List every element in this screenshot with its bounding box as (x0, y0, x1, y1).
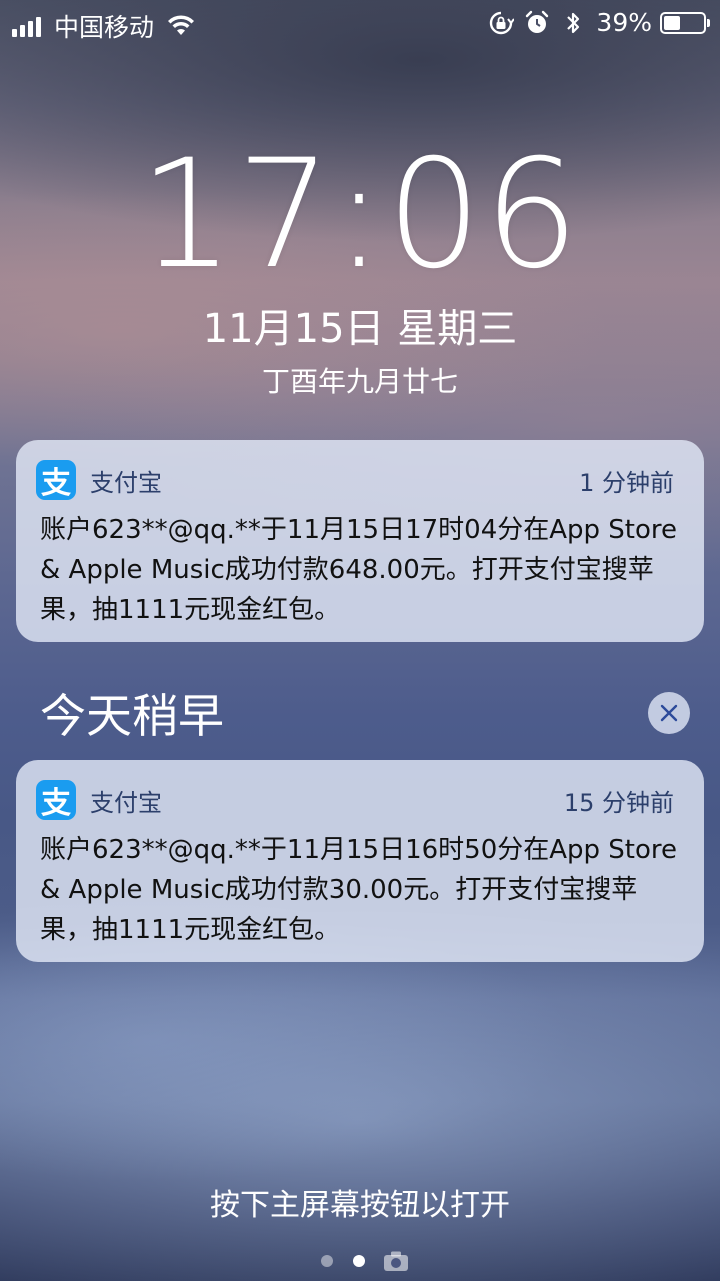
lock-screen-time: 17:06 (138, 128, 582, 302)
notification-time: 1 分钟前 (579, 468, 674, 497)
status-bar: 中国移动 39% (0, 0, 720, 48)
alipay-icon: 支 (36, 780, 76, 820)
camera-icon[interactable] (383, 1250, 409, 1272)
carrier-name: 中国移动 (54, 13, 155, 42)
notification-card[interactable]: 支 支付宝 1 分钟前 账户623**@qq.**于11月15日17时04分在A… (16, 440, 704, 642)
notification-header: 支 支付宝 15 分钟前 (36, 780, 674, 820)
alipay-icon-glyph: 支 (41, 466, 71, 500)
lunar-date: 丁酉年九月廿七 (261, 365, 458, 398)
page-dot-active[interactable] (353, 1255, 365, 1267)
status-left: 中国移动 (12, 8, 196, 44)
notification-body: 账户623**@qq.**于11月15日16时50分在App Store & A… (40, 835, 678, 945)
page-dot[interactable] (321, 1255, 333, 1267)
battery-icon (660, 11, 710, 34)
bluetooth-icon (567, 12, 580, 33)
battery-percent: 39% (596, 8, 652, 37)
notification-app-name: 支付宝 (90, 788, 162, 817)
section-title-earlier-today: 今天稍早 (40, 689, 224, 743)
notification-header: 支 支付宝 1 分钟前 (36, 460, 674, 500)
lock-screen-date: 11月15日 星期三 (202, 306, 518, 352)
page-indicator[interactable] (0, 1250, 720, 1272)
unlock-hint: 按下主屏幕按钮以打开 (210, 1188, 510, 1223)
notification-card[interactable]: 支 支付宝 15 分钟前 账户623**@qq.**于11月15日16时50分在… (16, 760, 704, 962)
rotation-lock-icon (490, 11, 515, 34)
wifi-icon (168, 15, 195, 35)
status-right: 39% (478, 8, 710, 37)
signal-icon (12, 15, 44, 37)
clear-notifications-button[interactable] (648, 692, 690, 734)
alipay-icon-glyph: 支 (41, 786, 71, 820)
alipay-icon: 支 (36, 460, 76, 500)
alarm-icon (526, 10, 549, 33)
close-icon (660, 704, 678, 722)
notification-body: 账户623**@qq.**于11月15日17时04分在App Store & A… (40, 515, 678, 625)
notification-app-name: 支付宝 (90, 468, 162, 497)
notification-time: 15 分钟前 (563, 788, 674, 817)
